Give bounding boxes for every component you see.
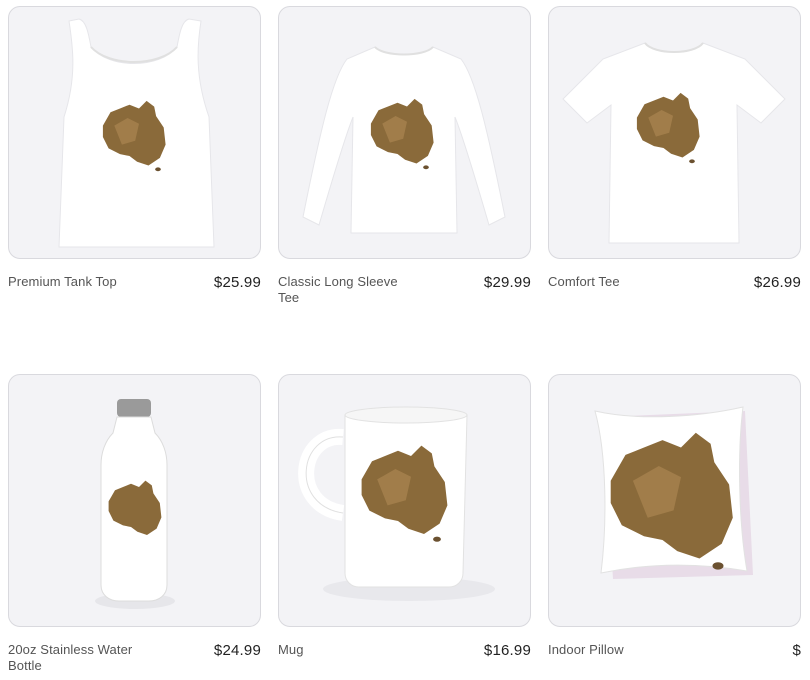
product-name[interactable]: Mug [278,642,418,658]
product-price: $25.99 [213,274,261,291]
product-image[interactable] [548,6,801,259]
long-sleeve-tee-icon [302,46,506,234]
product-price: $26.99 [753,274,801,291]
t-shirt-icon [562,42,786,244]
product-card-tank-top[interactable]: Premium Tank Top $25.99 [8,6,261,292]
product-name[interactable]: Indoor Pillow [548,642,688,658]
product-price: $29.99 [483,274,531,291]
product-card-water-bottle[interactable]: 20oz Stainless Water Bottle $24.99 [8,374,261,674]
mug-icon [298,406,495,601]
product-image[interactable] [278,374,531,627]
product-image[interactable] [548,374,801,627]
pillow-icon [594,406,753,579]
product-card-long-sleeve-tee[interactable]: Classic Long Sleeve Tee $29.99 [278,6,531,306]
product-name[interactable]: Classic Long Sleeve Tee [278,274,418,306]
product-price: $ [792,642,801,659]
product-image[interactable] [278,6,531,259]
product-image[interactable] [8,374,261,627]
product-card-pillow[interactable]: Indoor Pillow $ [548,374,801,660]
product-card-mug[interactable]: Mug $16.99 [278,374,531,660]
product-name[interactable]: 20oz Stainless Water Bottle [8,642,148,674]
product-name[interactable]: Comfort Tee [548,274,688,290]
product-image[interactable] [8,6,261,259]
product-price: $24.99 [213,642,261,659]
water-bottle-icon [95,399,175,609]
product-name[interactable]: Premium Tank Top [8,274,148,290]
product-card-comfort-tee[interactable]: Comfort Tee $26.99 [548,6,801,292]
product-price: $16.99 [483,642,531,659]
tank-top-icon [58,18,215,248]
